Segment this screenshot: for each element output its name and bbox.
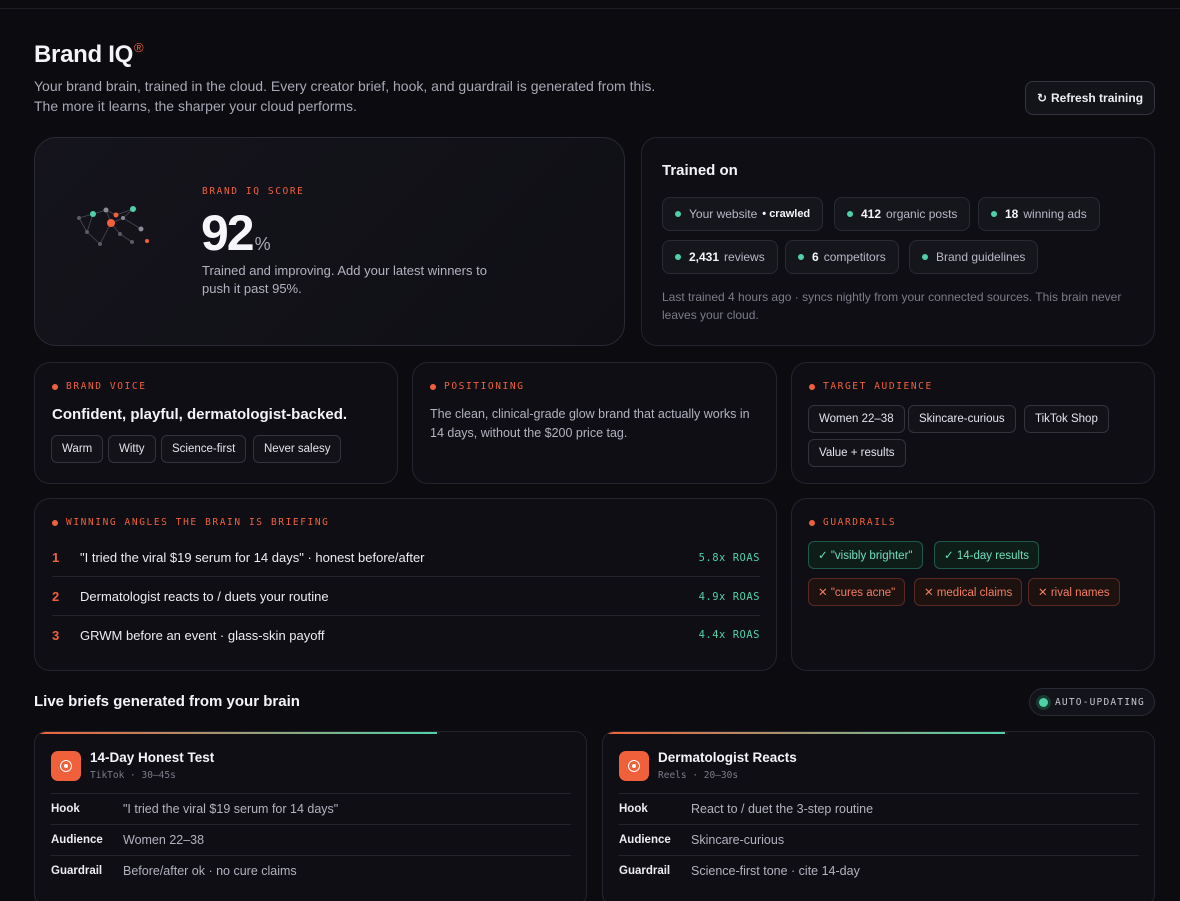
status-dot-icon: [798, 254, 804, 260]
brief-row-audience: Audience Skincare-curious: [619, 824, 1139, 855]
audience-tag[interactable]: Skincare-curious: [908, 405, 1016, 433]
winning-angles-card: WINNING ANGLES THE BRAIN IS BRIEFING 1 "…: [34, 498, 777, 671]
brief-title: 14-Day Honest Test: [90, 750, 215, 765]
angle-row[interactable]: 1 "I tried the viral $19 serum for 14 da…: [52, 539, 760, 577]
bullet-icon: [52, 519, 58, 526]
voice-tag[interactable]: Science-first: [161, 435, 247, 463]
source-brand-guidelines-chip[interactable]: Brand guidelines: [909, 240, 1039, 274]
brand-voice-eyebrow: BRAND VOICE: [52, 381, 147, 392]
target-audience-card: TARGET AUDIENCE Women 22–38 Skincare-cur…: [791, 362, 1155, 484]
source-website-chip[interactable]: Your website • crawled: [662, 197, 824, 231]
brief-row-hook: Hook React to / duet the 3-step routine: [619, 793, 1139, 824]
status-dot-icon: [922, 254, 928, 260]
roas-badge: 4.4x ROAS: [698, 629, 760, 641]
brief-progress-bar: [35, 732, 438, 734]
bullet-icon: [52, 383, 58, 390]
source-reviews-chip[interactable]: 2,431 reviews: [662, 240, 778, 274]
target-audience-eyebrow: TARGET AUDIENCE: [809, 381, 933, 392]
training-footnote: Last trained 4 hours ago · syncs nightly…: [662, 290, 1122, 322]
winning-angles-eyebrow: WINNING ANGLES THE BRAIN IS BRIEFING: [52, 517, 330, 528]
allowed-claim-tag[interactable]: ✓ "visibly brighter": [808, 541, 923, 569]
brief-row-hook: Hook "I tried the viral $19 serum for 14 …: [51, 793, 571, 824]
status-dot-icon: [675, 211, 681, 217]
brand-iq-page: Brand IQ® Your brand brain, trained in t…: [34, 0, 1155, 901]
live-briefs-title: Live briefs generated from your brain: [34, 693, 300, 710]
brief-progress-bar: [603, 732, 1006, 734]
blocked-claim-tag[interactable]: ✕ rival names: [1028, 578, 1120, 606]
trained-on-title: Trained on: [662, 162, 738, 179]
roas-badge: 4.9x ROAS: [698, 590, 760, 603]
positioning-card: POSITIONING The clean, clinical-grade gl…: [412, 362, 777, 484]
brief-meta: TikTok · 30–45s: [90, 770, 176, 781]
brief-card[interactable]: Dermatologist Reacts Reels · 20–30s Hook…: [602, 731, 1155, 901]
source-competitors-chip[interactable]: 6 competitors: [785, 240, 899, 274]
audience-tag[interactable]: Value + results: [808, 439, 906, 467]
page-title: Brand IQ®: [34, 40, 144, 68]
voice-tag[interactable]: Warm: [51, 435, 104, 463]
score-eyebrow: BRAND IQ SCORE: [202, 186, 305, 197]
source-organic-posts-chip[interactable]: 412 organic posts: [834, 197, 971, 231]
brief-card[interactable]: 14-Day Honest Test TikTok · 30–45s Hook "…: [34, 731, 587, 901]
voice-tag[interactable]: Witty: [108, 435, 156, 463]
status-dot-icon: [847, 211, 853, 217]
roas-badge: 5.8x ROAS: [698, 551, 760, 564]
auto-updating-badge: AUTO-UPDATING: [1029, 688, 1155, 716]
brand-voice-headline: Confident, playful, dermatologist-backed…: [52, 406, 348, 423]
bullet-icon: [809, 383, 815, 390]
brief-title: Dermatologist Reacts: [658, 750, 797, 765]
brand-voice-card: BRAND VOICE Confident, playful, dermatol…: [34, 362, 398, 484]
bullet-icon: [430, 383, 436, 390]
guardrails-card: GUARDRAILS ✓ "visibly brighter" ✓ 14-day…: [791, 498, 1155, 671]
brief-meta: Reels · 20–30s: [658, 770, 739, 781]
allowed-claim-tag[interactable]: ✓ 14-day results: [934, 541, 1040, 569]
refresh-icon: ↻: [1036, 91, 1048, 105]
brief-row-guardrail: Guardrail Before/after ok · no cure claim…: [51, 855, 571, 886]
angle-row[interactable]: 3 GRWM before an event · glass-skin payo…: [52, 616, 760, 654]
page-subtitle: Your brand brain, trained in the cloud. …: [34, 78, 656, 114]
guardrails-eyebrow: GUARDRAILS: [809, 517, 896, 528]
score-description: Trained and improving. Add your latest w…: [202, 263, 487, 296]
refresh-training-button[interactable]: ↻ Refresh training: [1025, 81, 1155, 115]
target-icon: [619, 751, 649, 781]
registered-mark: ®: [133, 40, 144, 55]
live-dot-icon: [1039, 697, 1049, 707]
voice-tag[interactable]: Never salesy: [253, 435, 342, 463]
bullet-icon: [809, 519, 815, 526]
brain-network-icon: [77, 206, 149, 246]
blocked-claim-tag[interactable]: ✕ medical claims: [914, 578, 1023, 606]
audience-tag[interactable]: TikTok Shop: [1024, 405, 1109, 433]
trained-on-card: Trained on Your website • crawled 412 or…: [641, 137, 1155, 346]
positioning-text: The clean, clinical-grade glow brand tha…: [430, 407, 750, 440]
source-winning-ads-chip[interactable]: 18 winning ads: [978, 197, 1100, 231]
positioning-eyebrow: POSITIONING: [430, 381, 525, 392]
score-value: 92%: [201, 205, 271, 261]
brief-row-guardrail: Guardrail Science-first tone · cite 14-da…: [619, 855, 1139, 886]
status-dot-icon: [991, 211, 997, 217]
brief-row-audience: Audience Women 22–38: [51, 824, 571, 855]
audience-tag[interactable]: Women 22–38: [808, 405, 905, 433]
status-dot-icon: [675, 254, 681, 260]
target-icon: [51, 751, 81, 781]
angle-row[interactable]: 2 Dermatologist reacts to / duets your r…: [52, 578, 760, 616]
blocked-claim-tag[interactable]: ✕ "cures acne": [808, 578, 906, 606]
brand-iq-score-card: BRAND IQ SCORE 92% Trained and improving…: [34, 137, 625, 346]
